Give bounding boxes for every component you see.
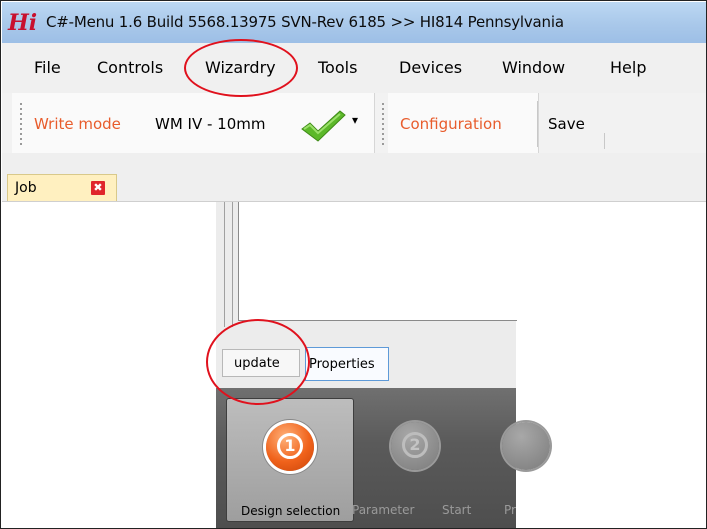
- toolbar-grip[interactable]: [20, 103, 22, 145]
- menu-tools[interactable]: Tools: [318, 58, 357, 77]
- step-design-selection[interactable]: 1 Design selection: [226, 398, 354, 522]
- toolbar-separator: [537, 101, 538, 147]
- check-icon[interactable]: [300, 109, 346, 147]
- chevron-down-icon[interactable]: ▾: [352, 113, 358, 127]
- menu-window[interactable]: Window: [502, 58, 565, 77]
- inner-canvas: [238, 202, 517, 321]
- step-1-label: Design selection: [241, 504, 341, 518]
- step-2-label[interactable]: Parameter: [352, 503, 414, 517]
- step-1-number: 1: [277, 433, 303, 459]
- toolbar: Write mode WM IV - 10mm ▾ Configuration …: [2, 93, 706, 153]
- configuration-button[interactable]: Configuration: [400, 115, 502, 133]
- tab-job[interactable]: Job ✖: [7, 174, 117, 201]
- app-logo: Hi: [8, 10, 38, 36]
- annotation-circle-update: [206, 319, 310, 405]
- window-title: C#-Menu 1.6 Build 5568.13975 SVN-Rev 618…: [46, 13, 564, 31]
- step-4-label[interactable]: Pr: [504, 503, 516, 517]
- annotation-circle-wizardry: [184, 39, 298, 97]
- toolbar-separator-2: [604, 133, 605, 149]
- window-frame: Hi C#-Menu 1.6 Build 5568.13975 SVN-Rev …: [0, 0, 707, 529]
- step-2-number: 2: [402, 432, 428, 458]
- save-button[interactable]: Save: [548, 115, 585, 133]
- step-2-icon[interactable]: 2: [391, 422, 439, 470]
- step-3-icon[interactable]: [502, 422, 550, 470]
- step-1-icon: 1: [266, 423, 314, 471]
- close-icon[interactable]: ✖: [91, 181, 105, 195]
- inner-splitter[interactable]: [224, 202, 233, 327]
- properties-label: Properties: [309, 357, 375, 372]
- toolbar-grip-2[interactable]: [382, 103, 384, 145]
- wizard-steps: 1 Design selection 2 Parameter Start Pr: [216, 388, 550, 528]
- write-mode-label: Write mode: [34, 115, 121, 133]
- menu-help[interactable]: Help: [610, 58, 646, 77]
- write-mode-value[interactable]: WM IV - 10mm: [155, 115, 266, 133]
- menu-bar: File Controls Wizardry Tools Devices Win…: [2, 43, 706, 93]
- menu-devices[interactable]: Devices: [399, 58, 462, 77]
- menu-file[interactable]: File: [34, 58, 61, 77]
- properties-button[interactable]: Properties: [305, 347, 389, 381]
- title-bar: Hi C#-Menu 1.6 Build 5568.13975 SVN-Rev …: [2, 2, 706, 43]
- tab-job-label: Job: [15, 180, 37, 196]
- menu-controls[interactable]: Controls: [97, 58, 163, 77]
- step-3-label[interactable]: Start: [442, 503, 471, 517]
